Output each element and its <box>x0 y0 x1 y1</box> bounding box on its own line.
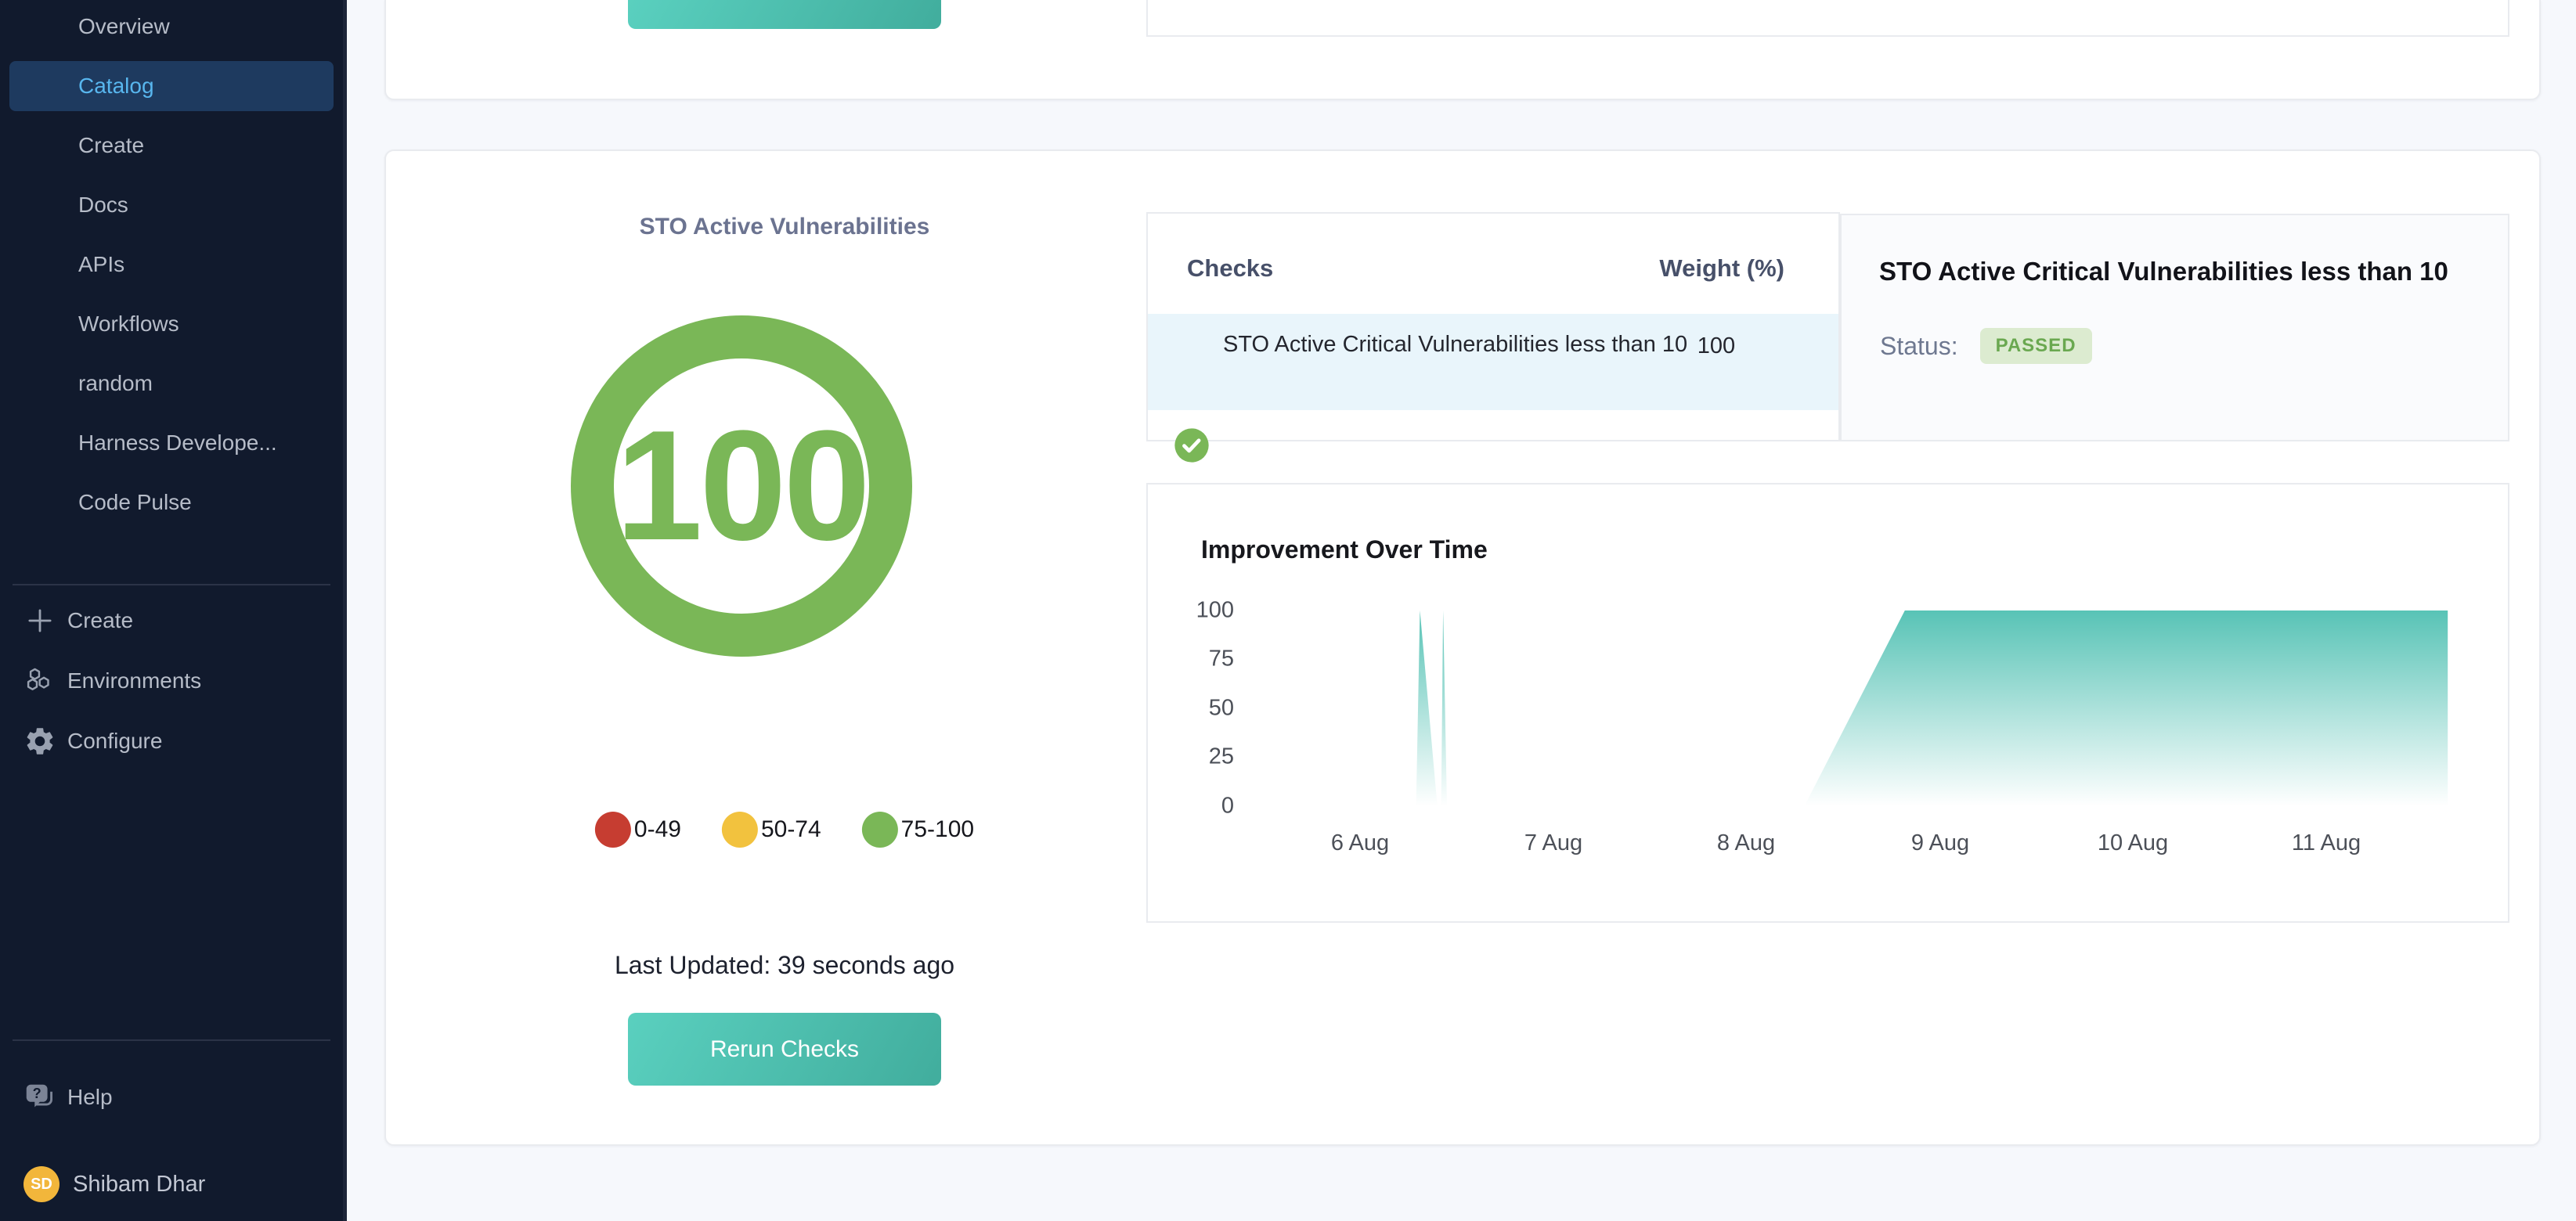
y-axis-tick: 100 <box>1171 598 1234 624</box>
sidebar-item-label: random <box>78 371 153 396</box>
sidebar-item-label: Docs <box>78 193 128 218</box>
legend-label: 50-74 <box>761 816 821 843</box>
sidebar-item-label: Create <box>67 608 133 633</box>
score-value: 100 <box>615 396 868 576</box>
sidebar-nav: Overview Catalog Create Docs APIs Workfl… <box>0 2 343 537</box>
sidebar-item-code-pulse[interactable]: Code Pulse <box>9 477 334 528</box>
legend-item-high: 75-100 <box>862 812 974 848</box>
status-badge: PASSED <box>1980 328 2092 364</box>
scorecard-title: STO Active Vulnerabilities <box>640 214 930 240</box>
sidebar-divider <box>13 1039 330 1041</box>
gear-icon <box>23 725 56 758</box>
user-name: Shibam Dhar <box>73 1172 205 1198</box>
legend-label: 75-100 <box>901 816 974 843</box>
sidebar-item-label: Catalog <box>78 74 154 99</box>
legend-dot-green <box>862 812 898 848</box>
sidebar-item-environments[interactable]: Environments <box>0 656 343 706</box>
sidebar-item-overview[interactable]: Overview <box>9 2 334 52</box>
check-weight-value: 100 <box>1649 333 1784 359</box>
rerun-checks-button[interactable]: Rerun Checks <box>628 1013 941 1086</box>
sidebar-user[interactable]: SD Shibam Dhar <box>0 1159 343 1209</box>
checks-column-header: Checks <box>1187 254 1273 283</box>
sidebar-item-random[interactable]: random <box>9 358 334 409</box>
legend-label: 0-49 <box>634 816 681 843</box>
checks-panel: Checks Weight (%) STO Active Critical Vu… <box>1146 212 1840 441</box>
sidebar-item-configure[interactable]: Configure <box>0 716 343 766</box>
improvement-area-series <box>1416 610 2448 806</box>
sidebar-item-label: Code Pulse <box>78 490 192 515</box>
legend-dot-yellow <box>722 812 758 848</box>
x-axis-tick: 9 Aug <box>1911 830 1969 856</box>
sidebar-item-create-action[interactable]: Create <box>0 596 343 646</box>
x-axis-tick: 7 Aug <box>1524 830 1582 856</box>
plus-icon <box>23 604 56 637</box>
sidebar-divider <box>13 584 330 585</box>
sidebar-item-apis[interactable]: APIs <box>9 240 334 290</box>
sidebar-item-label: Create <box>78 133 144 158</box>
legend-item-low: 0-49 <box>595 812 681 848</box>
y-axis-tick: 0 <box>1171 794 1234 819</box>
avatar: SD <box>23 1166 60 1202</box>
chart-title: Improvement Over Time <box>1201 535 1488 564</box>
sidebar-item-label: Overview <box>78 14 170 39</box>
score-legend: 0-49 50-74 75-100 <box>595 812 974 848</box>
sidebar-item-harness-developer[interactable]: Harness Develope... <box>9 418 334 468</box>
sidebar-item-help[interactable]: ? Help <box>0 1072 343 1122</box>
sidebar-item-docs[interactable]: Docs <box>9 180 334 230</box>
score-gauge: 100 <box>571 315 912 657</box>
last-updated-text: Last Updated: 39 seconds ago <box>615 951 954 980</box>
previous-scorecard-card-fragment <box>384 0 2541 100</box>
sidebar-item-label: Environments <box>67 668 201 693</box>
help-label: Help <box>67 1085 113 1110</box>
hexagons-icon <box>23 665 56 697</box>
status-label: Status: <box>1880 332 1958 361</box>
chart-panel-fragment <box>1146 0 2509 37</box>
scorecard-page: Overview Catalog Create Docs APIs Workfl… <box>0 0 2576 1221</box>
check-status-row: Status: PASSED <box>1880 328 2092 364</box>
x-axis-tick: 8 Aug <box>1717 830 1775 856</box>
check-name: STO Active Critical Vulnerabilities less… <box>1223 330 1693 360</box>
svg-text:?: ? <box>33 1086 41 1101</box>
rerun-checks-button-fragment[interactable] <box>628 0 941 29</box>
y-axis-tick: 25 <box>1171 744 1234 770</box>
weight-column-header: Weight (%) <box>1628 254 1784 283</box>
check-detail-panel: STO Active Critical Vulnerabilities less… <box>1840 214 2509 441</box>
check-passed-icon <box>1171 425 1212 466</box>
legend-dot-red <box>595 812 631 848</box>
sidebar-footer-nav: Create Environments Configure <box>0 596 343 776</box>
sidebar-item-create[interactable]: Create <box>9 121 334 171</box>
sidebar-item-label: Harness Develope... <box>78 430 277 456</box>
scorecard-card: STO Active Vulnerabilities 100 0-49 50-7… <box>384 149 2541 1146</box>
improvement-chart-panel: Improvement Over Time 100 75 50 25 0 6 A… <box>1146 483 2509 923</box>
x-axis-tick: 11 Aug <box>2292 830 2361 856</box>
help-chat-icon: ? <box>22 1079 58 1115</box>
x-axis-tick: 10 Aug <box>2098 830 2168 856</box>
sidebar: Overview Catalog Create Docs APIs Workfl… <box>0 0 347 1221</box>
improvement-area-chart <box>1252 610 2477 806</box>
x-axis-tick: 6 Aug <box>1331 830 1389 856</box>
checks-table-header: Checks Weight (%) <box>1187 254 1838 289</box>
y-axis-tick: 75 <box>1171 647 1234 672</box>
sidebar-item-label: Configure <box>67 729 162 754</box>
check-table-row[interactable]: STO Active Critical Vulnerabilities less… <box>1148 314 1838 410</box>
sidebar-item-label: Workflows <box>78 312 179 337</box>
sidebar-item-workflows[interactable]: Workflows <box>9 299 334 349</box>
sidebar-item-label: APIs <box>78 252 124 277</box>
y-axis-tick: 50 <box>1171 696 1234 722</box>
legend-item-medium: 50-74 <box>722 812 821 848</box>
check-detail-title: STO Active Critical Vulnerabilities less… <box>1879 257 2484 286</box>
sidebar-item-catalog[interactable]: Catalog <box>9 61 334 111</box>
